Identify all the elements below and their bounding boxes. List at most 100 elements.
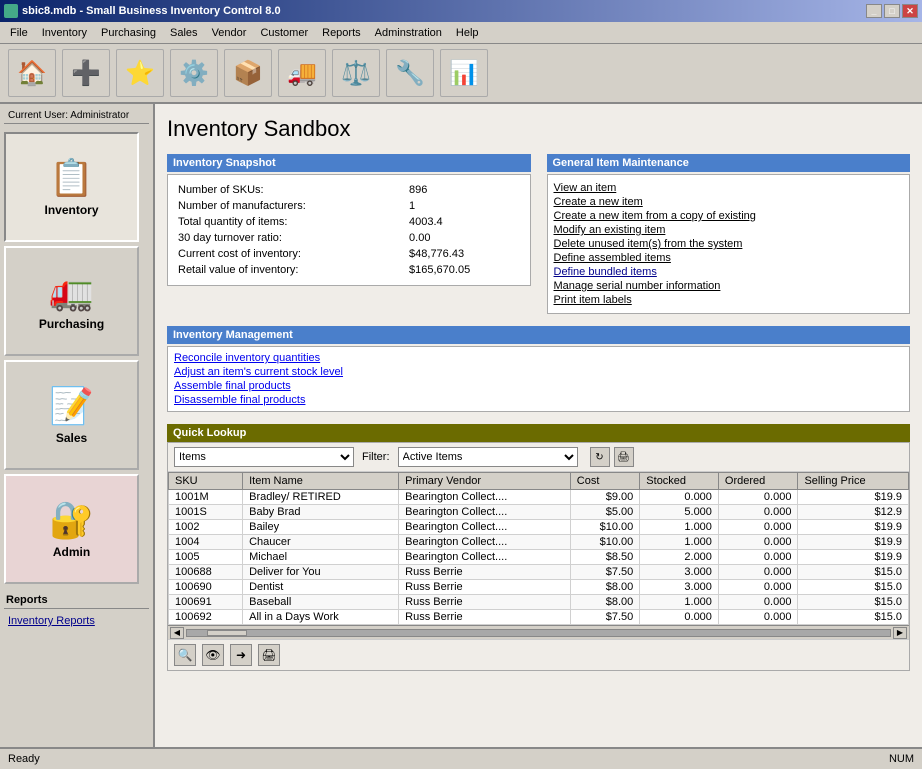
table-row[interactable]: 100691BaseballRuss Berrie$8.001.0000.000… [169,595,909,610]
table-row[interactable]: 1004ChaucerBearington Collect....$10.001… [169,535,909,550]
menu-inventory[interactable]: Inventory [36,25,93,41]
table-cell-cost: $7.50 [570,565,640,580]
toolbar-btn-settings[interactable]: ⚙️ [170,49,218,97]
search-btn[interactable]: 🔍 [174,644,196,666]
maintenance-link[interactable]: Modify an existing item [554,223,904,237]
sidebar-inventory-label: Inventory [44,203,98,217]
toolbar-btn-tools[interactable]: 🔧 [386,49,434,97]
snapshot-label: Current cost of inventory: [176,247,399,261]
add-icon: ➕ [71,59,101,88]
snapshot-value: $48,776.43 [401,247,521,261]
table-row[interactable]: 100690DentistRuss Berrie$8.003.0000.000$… [169,580,909,595]
table-column-header: Item Name [243,473,399,490]
snapshot-row: Total quantity of items:4003.4 [176,215,522,229]
sidebar-reports-section: Reports Inventory Reports [4,592,149,629]
lookup-filter-select[interactable]: Active ItemsAll ItemsInactive Items [398,447,578,467]
maintenance-link[interactable]: Create a new item [554,195,904,209]
lookup-controls: ItemsVendorsCustomersOrders Filter: Acti… [168,443,909,472]
table-row[interactable]: 1005MichaelBearington Collect....$8.502.… [169,550,909,565]
table-row[interactable]: 100692All in a Days WorkRuss Berrie$7.50… [169,610,909,625]
toolbar-btn-home[interactable]: 🏠 [8,49,56,97]
maintenance-link[interactable]: Define assembled items [554,251,904,265]
snapshot-label: Total quantity of items: [176,215,399,229]
invmgmt-link[interactable]: Reconcile inventory quantities [174,351,903,365]
table-row[interactable]: 100688Deliver for YouRuss Berrie$7.503.0… [169,565,909,580]
table-cell-sku: 1001M [169,490,243,505]
table-cell-price: $15.0 [798,565,909,580]
table-column-header: Primary Vendor [399,473,571,490]
invmgmt-link[interactable]: Adjust an item's current stock level [174,365,903,379]
data-table: SKUItem NamePrimary VendorCostStockedOrd… [168,472,909,625]
maintenance-link[interactable]: Create a new item from a copy of existin… [554,209,904,223]
table-cell-name: Bailey [243,520,399,535]
status-text: Ready [8,753,40,765]
minimize-button[interactable]: _ [866,4,882,18]
maintenance-link[interactable]: View an item [554,181,904,195]
menu-sales[interactable]: Sales [164,25,204,41]
menu-reports[interactable]: Reports [316,25,367,41]
scroll-right-btn[interactable]: ▶ [893,627,907,639]
scroll-left-btn[interactable]: ◀ [170,627,184,639]
menu-file[interactable]: File [4,25,34,41]
table-row[interactable]: 1001MBradley/ RETIREDBearington Collect.… [169,490,909,505]
toolbar-btn-add[interactable]: ➕ [62,49,110,97]
maintenance-link[interactable]: Print item labels [554,293,904,307]
toolbar-btn-spreadsheet[interactable]: 📊 [440,49,488,97]
maximize-button[interactable]: □ [884,4,900,18]
print-icon-btn[interactable]: 🖨 [614,447,634,467]
table-wrapper: SKUItem NamePrimary VendorCostStockedOrd… [168,472,909,625]
table-row[interactable]: 1001SBaby BradBearington Collect....$5.0… [169,505,909,520]
table-cell-vendor: Bearington Collect.... [399,505,571,520]
bottom-toolbar: 🔍 👁 ➜ 🖨 [168,639,909,670]
maintenance-link[interactable]: Define bundled items [554,265,904,279]
close-button[interactable]: ✕ [902,4,918,18]
sidebar-item-sales[interactable]: 📝 Sales [4,360,139,470]
table-cell-price: $15.0 [798,595,909,610]
content-area: Inventory Sandbox Inventory Snapshot Num… [155,104,922,747]
toolbar-btn-bookmark[interactable]: ⭐ [116,49,164,97]
toolbar-btn-truck[interactable]: 🚚 [278,49,326,97]
table-cell-price: $12.9 [798,505,909,520]
snapshot-label: Number of manufacturers: [176,199,399,213]
inventory-reports-link[interactable]: Inventory Reports [4,613,149,629]
table-cell-stocked: 1.000 [640,535,719,550]
maintenance-link[interactable]: Manage serial number information [554,279,904,293]
view-btn[interactable]: 👁 [202,644,224,666]
general-item-maintenance-panel: General Item Maintenance View an itemCre… [547,154,911,314]
table-cell-ordered: 0.000 [718,565,798,580]
star-icon: ⭐ [125,59,155,88]
toolbar-btn-scale[interactable]: ⚖️ [332,49,380,97]
gear-icon: ⚙️ [179,59,209,88]
table-row[interactable]: 1002BaileyBearington Collect....$10.001.… [169,520,909,535]
maintenance-link[interactable]: Delete unused item(s) from the system [554,237,904,251]
menu-purchasing[interactable]: Purchasing [95,25,162,41]
refresh-icon-btn[interactable]: ↻ [590,447,610,467]
lookup-type-select[interactable]: ItemsVendorsCustomersOrders [174,447,354,467]
snapshot-row: Number of manufacturers:1 [176,199,522,213]
sidebar-item-purchasing[interactable]: 🚛 Purchasing [4,246,139,356]
menu-adminstration[interactable]: Adminstration [369,25,448,41]
toolbar-btn-package[interactable]: 📦 [224,49,272,97]
menu-vendor[interactable]: Vendor [206,25,253,41]
table-cell-stocked: 0.000 [640,610,719,625]
sidebar-item-inventory[interactable]: 📋 Inventory [4,132,139,242]
table-cell-ordered: 0.000 [718,520,798,535]
navigate-btn[interactable]: ➜ [230,644,252,666]
sidebar-item-admin[interactable]: 🔐 Admin [4,474,139,584]
scroll-thumb [207,630,247,636]
snapshot-row: Retail value of inventory:$165,670.05 [176,263,522,277]
invmgmt-link[interactable]: Assemble final products [174,379,903,393]
menu-customer[interactable]: Customer [254,25,314,41]
print2-btn[interactable]: 🖨 [258,644,280,666]
table-cell-stocked: 3.000 [640,565,719,580]
menu-bar: File Inventory Purchasing Sales Vendor C… [0,22,922,44]
table-cell-price: $19.9 [798,550,909,565]
sidebar-admin-label: Admin [53,545,90,559]
menu-help[interactable]: Help [450,25,485,41]
horizontal-scrollbar[interactable]: ◀ ▶ [168,625,909,639]
purchasing-sidebar-icon: 🚛 [49,271,94,313]
toolbar: 🏠 ➕ ⭐ ⚙️ 📦 🚚 ⚖️ 🔧 📊 [0,44,922,104]
invmgmt-link[interactable]: Disassemble final products [174,393,903,407]
table-cell-vendor: Russ Berrie [399,610,571,625]
table-column-header: Stocked [640,473,719,490]
